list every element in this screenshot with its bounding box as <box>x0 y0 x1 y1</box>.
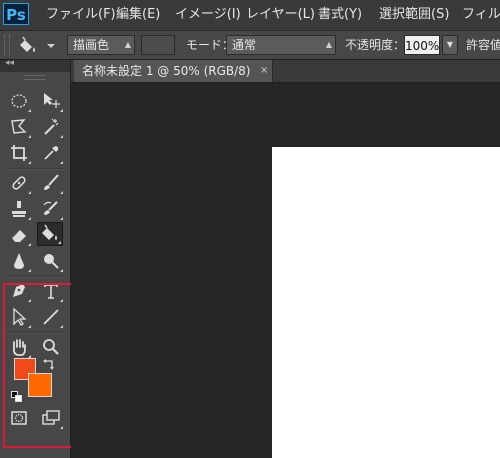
default-colors-button[interactable] <box>11 388 23 402</box>
dodge-tool[interactable] <box>38 249 64 273</box>
marquee-icon <box>11 94 27 108</box>
crop-tool[interactable] <box>6 141 32 165</box>
type-icon <box>44 284 58 299</box>
quick-mask-button[interactable] <box>6 406 32 430</box>
hand-icon <box>12 339 26 356</box>
move-tool[interactable] <box>38 89 64 113</box>
tolerance-label: 許容値 <box>466 38 500 52</box>
history-brush-icon <box>43 201 58 215</box>
magic-wand-icon <box>44 118 59 135</box>
menu-type[interactable]: 書式(Y) <box>318 0 362 30</box>
line-tool[interactable] <box>38 305 64 329</box>
opacity-label: 不透明度： <box>345 38 406 52</box>
menu-file[interactable]: ファイル(F) <box>46 0 116 30</box>
options-grip[interactable] <box>4 35 10 55</box>
background-color-swatch[interactable] <box>28 373 52 397</box>
marquee-tool[interactable] <box>6 89 32 113</box>
options-bar: 描画色 ▲ モード： 通常 ▲ 不透明度： 100% ▼ 許容値 <box>0 31 500 60</box>
document-tab-bar: 名称未設定 1 @ 50% (RGB/8) × <box>71 60 500 83</box>
hand-tool[interactable] <box>6 335 32 359</box>
fill-source-value: 描画色 <box>73 38 110 52</box>
tools-separator <box>6 332 64 334</box>
tools-panel-header[interactable]: ◂◂ <box>0 58 70 72</box>
path-selection-icon <box>13 307 27 326</box>
lasso-icon <box>11 119 27 134</box>
path-selection-tool[interactable] <box>6 305 32 329</box>
panel-grip[interactable] <box>24 75 46 80</box>
paint-bucket-icon <box>42 224 57 240</box>
tools-panel: ◂◂ <box>0 58 71 458</box>
chevron-updown-icon: ▲ <box>325 40 332 49</box>
pattern-picker[interactable] <box>141 35 175 55</box>
collapse-icon[interactable]: ◂◂ <box>5 58 14 68</box>
mode-select[interactable]: 通常 ▲ <box>226 35 336 55</box>
crop-icon <box>11 145 27 161</box>
lasso-tool[interactable] <box>6 115 32 139</box>
fill-source-select[interactable]: 描画色 ▲ <box>67 35 135 55</box>
menu-filter[interactable]: フィルタ <box>462 0 500 30</box>
history-brush-tool[interactable] <box>38 197 64 221</box>
paint-bucket-icon <box>20 36 55 52</box>
zoom-icon <box>43 339 59 355</box>
tools-separator <box>6 168 64 170</box>
brush-tool[interactable] <box>38 171 64 195</box>
swap-colors-icon <box>43 359 54 370</box>
type-tool[interactable] <box>38 279 64 303</box>
app-logo: Ps <box>3 3 29 25</box>
eyedropper-icon <box>44 146 59 160</box>
paint-bucket-tool[interactable] <box>37 222 63 246</box>
eraser-tool[interactable] <box>6 223 32 247</box>
menu-bar: Ps ファイル(F) 編集(E) イメージ(I) レイヤー(L) 書式(Y) 選… <box>0 0 500 31</box>
line-icon <box>43 309 59 325</box>
brush-icon <box>44 174 59 190</box>
clone-stamp-icon <box>12 201 26 217</box>
menu-image[interactable]: イメージ(I) <box>175 0 241 30</box>
document-tab[interactable]: 名称未設定 1 @ 50% (RGB/8) × <box>74 60 273 82</box>
menu-edit[interactable]: 編集(E) <box>116 0 160 30</box>
menu-layer[interactable]: レイヤー(L) <box>246 0 315 30</box>
menu-select[interactable]: 選択範囲(S) <box>379 0 449 30</box>
screen-mode-icon <box>42 410 60 425</box>
screen-mode-button[interactable] <box>38 406 64 430</box>
tool-preset-picker[interactable] <box>17 34 61 56</box>
healing-brush-icon <box>12 176 26 190</box>
workspace <box>71 83 500 458</box>
blur-tool[interactable] <box>6 249 32 273</box>
document-canvas[interactable] <box>272 147 500 458</box>
clone-stamp-tool[interactable] <box>6 197 32 221</box>
swap-colors-button[interactable] <box>42 357 56 371</box>
move-icon <box>44 93 60 108</box>
tools-separator <box>6 276 64 278</box>
pen-icon <box>13 284 25 297</box>
quick-mask-icon <box>11 411 27 425</box>
zoom-tool[interactable] <box>38 335 64 359</box>
default-colors-icon <box>11 391 22 402</box>
magic-wand-tool[interactable] <box>38 115 64 139</box>
eyedropper-tool[interactable] <box>38 141 64 165</box>
healing-brush-tool[interactable] <box>6 171 32 195</box>
opacity-dropdown[interactable]: ▼ <box>442 35 458 55</box>
chevron-updown-icon: ▲ <box>124 40 131 49</box>
opacity-input[interactable]: 100% <box>404 35 440 55</box>
eraser-icon <box>11 230 26 242</box>
pen-tool[interactable] <box>6 279 32 303</box>
blur-icon <box>14 253 24 269</box>
document-tab-title: 名称未設定 1 @ 50% (RGB/8) <box>82 64 251 78</box>
dodge-icon <box>44 254 59 269</box>
close-icon[interactable]: × <box>260 60 268 82</box>
mode-value: 通常 <box>232 38 257 52</box>
